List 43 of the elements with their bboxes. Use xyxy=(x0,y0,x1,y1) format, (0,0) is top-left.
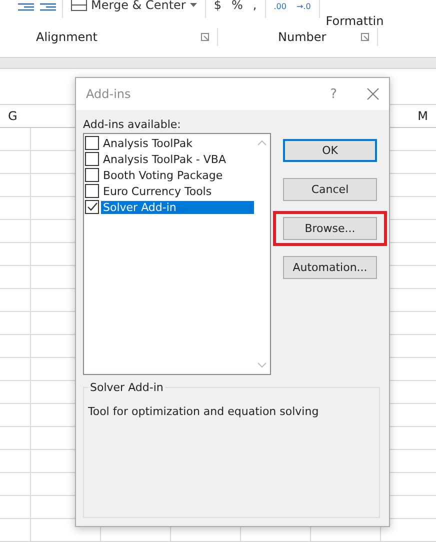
add-in-label: Euro Currency Tools xyxy=(102,184,213,198)
add-in-label: Analysis ToolPak xyxy=(102,136,194,150)
column-header[interactable]: M xyxy=(410,109,436,123)
checkbox[interactable] xyxy=(85,168,99,182)
checkbox[interactable] xyxy=(85,184,99,198)
column-header[interactable]: G xyxy=(0,109,26,123)
merge-center-button[interactable]: Merge & Center xyxy=(69,0,199,16)
dialog-launcher-icon[interactable] xyxy=(201,33,209,41)
dialog-button[interactable]: OK xyxy=(283,139,377,162)
dialog-button[interactable]: Cancel xyxy=(283,178,377,201)
group-label: Alignment xyxy=(36,30,98,44)
list-label: Add-ins available: xyxy=(83,118,182,131)
description-text: Tool for optimization and equation solving xyxy=(88,405,319,418)
checkbox[interactable] xyxy=(85,200,99,214)
dialog-button[interactable]: Browse... xyxy=(283,217,377,240)
add-in-item[interactable]: Analysis ToolPak xyxy=(84,135,254,151)
add-in-label: Analysis ToolPak - VBA xyxy=(102,152,227,166)
number-format-button[interactable]: , xyxy=(250,0,259,16)
add-in-item[interactable]: Analysis ToolPak - VBA xyxy=(84,151,254,167)
checkbox[interactable] xyxy=(85,152,99,166)
group-label: Number xyxy=(278,30,326,44)
add-ins-list[interactable]: Analysis ToolPak Analysis ToolPak - VBA Booth Voting Package Euro Currency Tools Solver Add-in xyxy=(83,133,271,375)
help-button[interactable]: ? xyxy=(326,86,341,102)
merge-icon xyxy=(71,0,87,11)
close-icon[interactable] xyxy=(367,88,379,100)
dialog-button[interactable]: Automation... xyxy=(283,256,377,279)
checkbox[interactable] xyxy=(85,136,99,150)
decimal-button[interactable]: .00 xyxy=(272,0,288,15)
add-in-label: Solver Add-in xyxy=(101,200,254,214)
indent-icon[interactable] xyxy=(40,2,56,12)
number-format-button[interactable]: $ xyxy=(212,0,224,16)
add-in-label: Booth Voting Package xyxy=(102,168,224,182)
dialog-launcher-icon[interactable] xyxy=(361,33,369,41)
decimal-button[interactable]: →.0 xyxy=(294,0,313,15)
add-in-item[interactable]: Booth Voting Package xyxy=(84,167,254,183)
indent-icon[interactable] xyxy=(18,2,34,12)
add-in-item[interactable]: Solver Add-in xyxy=(84,199,254,215)
conditional-formatting-button[interactable]: Formattin xyxy=(326,0,384,28)
caret-icon xyxy=(190,3,197,7)
dialog-title: Add-ins xyxy=(86,87,132,101)
add-in-item[interactable]: Euro Currency Tools xyxy=(84,183,254,199)
number-format-button[interactable]: % xyxy=(229,0,245,16)
description-title: Solver Add-in xyxy=(89,381,164,394)
